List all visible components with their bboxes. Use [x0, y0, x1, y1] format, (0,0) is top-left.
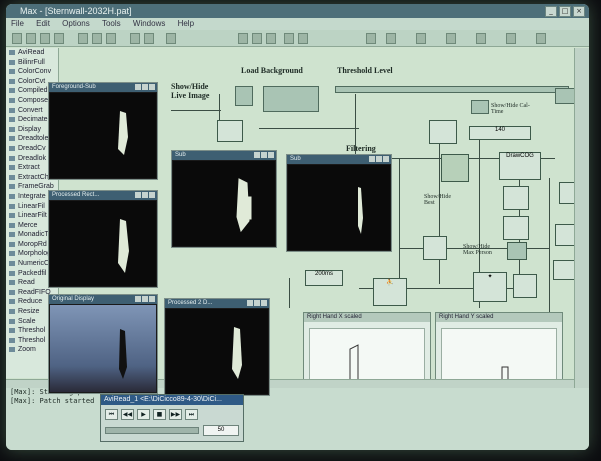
select-tool-icon[interactable] — [284, 33, 294, 44]
patch-node[interactable] — [559, 182, 575, 204]
patch-node[interactable] — [429, 120, 457, 144]
person-icon-node[interactable]: ✦ — [473, 272, 507, 302]
patch-node[interactable] — [503, 186, 529, 210]
app-title: Max - [Sternwall-2032H.pat] — [20, 6, 132, 16]
palette-item[interactable]: BilinrFull — [6, 58, 58, 68]
help-icon[interactable] — [446, 33, 456, 44]
color-tool-icon[interactable] — [298, 33, 308, 44]
patch-node[interactable] — [217, 120, 243, 142]
drawcog-node[interactable]: DrawCOG — [499, 152, 541, 180]
sub-window-left[interactable]: Sub — [171, 150, 277, 248]
processed-2d-window[interactable]: Processed 2 D... — [164, 298, 270, 396]
palette-item[interactable]: ColorConv — [6, 67, 58, 77]
menu-options[interactable]: Options — [62, 19, 90, 28]
patch-node[interactable] — [555, 224, 575, 246]
threshold-level-label: Threshold Level — [337, 66, 393, 75]
foreground-sub-window[interactable]: Foreground-Sub — [48, 82, 158, 180]
vertical-scrollbar[interactable] — [574, 48, 589, 388]
cal-time-toggle[interactable] — [471, 100, 489, 114]
filtering-label: Filtering — [346, 144, 376, 153]
align-icon[interactable] — [536, 33, 546, 44]
sub-window-right[interactable]: Sub — [286, 154, 392, 252]
background-button[interactable] — [235, 86, 253, 106]
blob-node[interactable] — [441, 154, 469, 182]
max-console: [Max]: Starting patch [Max]: Patch start… — [6, 388, 589, 450]
wire-tool-icon[interactable] — [266, 33, 276, 44]
play-icon[interactable]: ▶ — [137, 409, 150, 420]
number-box[interactable]: 140 — [469, 126, 531, 140]
frame-slider[interactable] — [105, 427, 199, 434]
grid-icon[interactable] — [476, 33, 486, 44]
patch-node[interactable] — [423, 236, 447, 260]
toggle-top-right[interactable] — [555, 88, 575, 104]
interval-box[interactable]: 200ms — [305, 270, 343, 286]
menu-help[interactable]: Help — [178, 19, 194, 28]
paste-icon[interactable] — [106, 33, 116, 44]
background-display — [263, 86, 319, 112]
show-hide-max-label: Show/Hide Max Person — [463, 244, 492, 256]
menu-file[interactable]: File — [11, 19, 24, 28]
lock-icon[interactable] — [416, 33, 426, 44]
palette-item[interactable]: AviRead — [6, 48, 58, 58]
save-icon[interactable] — [40, 33, 50, 44]
text-tool-icon[interactable] — [238, 33, 248, 44]
cut-icon[interactable] — [78, 33, 88, 44]
fast-forward-icon[interactable]: ▶▶ — [169, 409, 182, 420]
close-icon[interactable]: × — [573, 6, 585, 17]
maximize-icon[interactable]: □ — [559, 6, 571, 17]
undo-icon[interactable] — [130, 33, 140, 44]
open-icon[interactable] — [26, 33, 36, 44]
zoom-icon[interactable] — [166, 33, 176, 44]
menu-tools[interactable]: Tools — [102, 19, 121, 28]
patch-node[interactable] — [553, 260, 575, 280]
menu-bar: File Edit Options Tools Windows Help — [6, 18, 589, 30]
copy-icon[interactable] — [92, 33, 102, 44]
threshold-slider[interactable] — [335, 86, 569, 93]
show-hide-best-label: Show/Hide Best — [424, 194, 451, 206]
menu-edit[interactable]: Edit — [36, 19, 50, 28]
run-icon[interactable] — [366, 33, 376, 44]
toolbar — [6, 30, 589, 47]
app-titlebar: Max - [Sternwall-2032H.pat] _ □ × — [6, 4, 589, 18]
show-hide-cal-label: Show/Hide Cal- Time — [491, 103, 530, 115]
object-tool-icon[interactable] — [252, 33, 262, 44]
show-hide-live-label: Show/Hide Live Image — [171, 82, 210, 100]
avi-reader-window[interactable]: AviRead_1 <E:\DiCicco89-4-30\DiCi... ⏮ ◀… — [100, 394, 244, 442]
first-frame-icon[interactable]: ⏮ — [105, 409, 118, 420]
original-display-window[interactable]: Original Display — [48, 294, 158, 394]
minimize-icon[interactable]: _ — [545, 6, 557, 17]
frame-number-field[interactable]: 50 — [203, 425, 239, 436]
menu-windows[interactable]: Windows — [133, 19, 165, 28]
print-icon[interactable] — [54, 33, 64, 44]
patch-node[interactable] — [503, 216, 529, 240]
person-icon-node[interactable]: ⛹ — [373, 278, 407, 306]
last-frame-icon[interactable]: ⏭ — [185, 409, 198, 420]
patch-node[interactable] — [513, 274, 537, 298]
redo-icon[interactable] — [144, 33, 154, 44]
new-icon[interactable] — [12, 33, 22, 44]
stop-icon[interactable] — [386, 33, 396, 44]
processed-rect-window[interactable]: Processed Rect... — [48, 190, 158, 288]
rewind-icon[interactable]: ◀◀ — [121, 409, 134, 420]
load-background-label: Load Background — [241, 66, 303, 75]
max-person-toggle[interactable] — [507, 242, 527, 260]
inspector-icon[interactable] — [506, 33, 516, 44]
stop-icon[interactable]: ■ — [153, 409, 166, 420]
